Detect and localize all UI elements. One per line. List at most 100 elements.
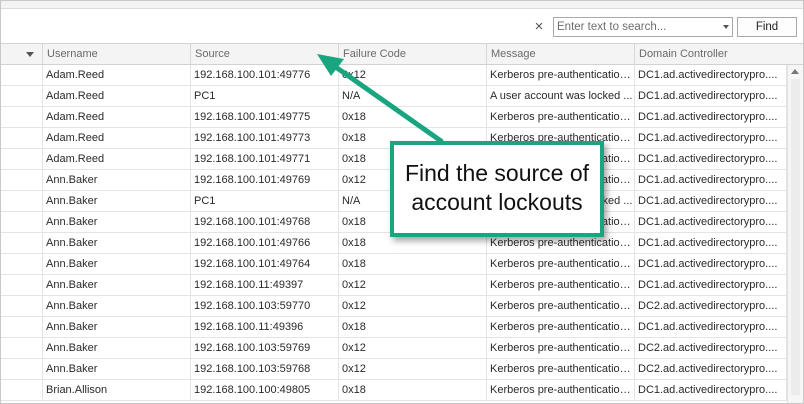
- cell-source: 192.168.100.11:49396: [191, 317, 339, 337]
- row-indicator[interactable]: [1, 338, 43, 358]
- cell-domain-controller: DC1.ad.activedirectorypro....: [635, 233, 787, 253]
- row-indicator[interactable]: [1, 86, 43, 106]
- row-indicator[interactable]: [1, 107, 43, 127]
- cell-domain-controller: DC1.ad.activedirectorypro....: [635, 317, 787, 337]
- row-indicator[interactable]: [1, 170, 43, 190]
- cell-source: 192.168.100.101:49771: [191, 149, 339, 169]
- search-input[interactable]: [554, 18, 716, 36]
- cell-username: Adam.Reed: [43, 86, 191, 106]
- cell-source: PC1: [191, 86, 339, 106]
- app-window: × Find Username Source Failure Code Mess…: [0, 0, 804, 404]
- cell-source: 192.168.100.101:49773: [191, 128, 339, 148]
- cell-failure-code: 0x18: [339, 380, 487, 400]
- cell-domain-controller: DC2.ad.activedirectorypro....: [635, 338, 787, 358]
- cell-username: Ann.Baker: [43, 359, 191, 379]
- column-header-username[interactable]: Username: [43, 44, 191, 64]
- cell-username: Ann.Baker: [43, 338, 191, 358]
- cell-failure-code: N/A: [339, 86, 487, 106]
- cell-message: Kerberos pre-authentication...: [487, 359, 635, 379]
- row-indicator[interactable]: [1, 149, 43, 169]
- cell-domain-controller: DC1.ad.activedirectorypro....: [635, 107, 787, 127]
- cell-failure-code: 0x12: [339, 359, 487, 379]
- cell-username: Ann.Baker: [43, 317, 191, 337]
- scrollbar-thumb[interactable]: [791, 79, 800, 395]
- row-indicator[interactable]: [1, 380, 43, 400]
- row-indicator[interactable]: [1, 296, 43, 316]
- cell-source: 192.168.100.100:49805: [191, 380, 339, 400]
- cell-message: Kerberos pre-authentication...: [487, 254, 635, 274]
- cell-domain-controller: DC1.ad.activedirectorypro....: [635, 275, 787, 295]
- row-indicator[interactable]: [1, 359, 43, 379]
- table-row[interactable]: Ann.Baker 192.168.100.11:49397 0x12 Kerbero…: [1, 275, 787, 296]
- chevron-down-icon[interactable]: [26, 52, 34, 57]
- callout-line-2: account lockouts: [411, 189, 583, 215]
- cell-message: Kerberos pre-authentication...: [487, 296, 635, 316]
- cell-source: 192.168.100.103:59769: [191, 338, 339, 358]
- table-row[interactable]: Ann.Baker 192.168.100.103:59769 0x12 Kerber…: [1, 338, 787, 359]
- cell-username: Adam.Reed: [43, 65, 191, 85]
- column-header-source[interactable]: Source: [191, 44, 339, 64]
- cell-username: Ann.Baker: [43, 233, 191, 253]
- table-row[interactable]: Brian.Allison 192.168.100.100:49805 0x18 Ke…: [1, 380, 787, 401]
- cell-failure-code: 0x12: [339, 65, 487, 85]
- row-indicator[interactable]: [1, 128, 43, 148]
- grid-header: Username Source Failure Code Message Dom…: [1, 43, 803, 65]
- column-header-domain-controller[interactable]: Domain Controller: [635, 44, 803, 64]
- row-indicator[interactable]: [1, 65, 43, 85]
- cell-message: Kerberos pre-authentication...: [487, 107, 635, 127]
- chevron-down-icon[interactable]: [723, 25, 729, 29]
- cell-source: PC1: [191, 191, 339, 211]
- cell-source: 192.168.100.101:49764: [191, 254, 339, 274]
- cell-source: 192.168.100.101:49769: [191, 170, 339, 190]
- cell-domain-controller: DC1.ad.activedirectorypro....: [635, 380, 787, 400]
- cell-username: Adam.Reed: [43, 107, 191, 127]
- cell-source: 192.168.100.101:49775: [191, 107, 339, 127]
- cell-domain-controller: DC1.ad.activedirectorypro....: [635, 212, 787, 232]
- cell-username: Brian.Allison: [43, 380, 191, 400]
- top-toolbar-strip: [1, 1, 803, 9]
- cell-failure-code: 0x12: [339, 296, 487, 316]
- cell-message: Kerberos pre-authentication...: [487, 317, 635, 337]
- row-indicator[interactable]: [1, 191, 43, 211]
- clear-search-icon[interactable]: ×: [531, 19, 547, 35]
- column-header-failure-code[interactable]: Failure Code: [339, 44, 487, 64]
- table-row[interactable]: Adam.Reed PC1 N/A A user account was locked…: [1, 86, 787, 107]
- vertical-scrollbar[interactable]: [787, 65, 803, 403]
- row-indicator[interactable]: [1, 233, 43, 253]
- cell-failure-code: 0x12: [339, 275, 487, 295]
- cell-domain-controller: DC1.ad.activedirectorypro....: [635, 149, 787, 169]
- table-row[interactable]: Ann.Baker 192.168.100.103:59770 0x12 Kerber…: [1, 296, 787, 317]
- column-header-message[interactable]: Message: [487, 44, 635, 64]
- cell-username: Ann.Baker: [43, 275, 191, 295]
- row-indicator[interactable]: [1, 254, 43, 274]
- cell-domain-controller: DC1.ad.activedirectorypro....: [635, 254, 787, 274]
- cell-domain-controller: DC2.ad.activedirectorypro....: [635, 296, 787, 316]
- callout-text: Find the source of account lockouts: [394, 159, 600, 217]
- cell-message: Kerberos pre-authentication...: [487, 275, 635, 295]
- cell-failure-code: 0x12: [339, 338, 487, 358]
- cell-failure-code: 0x18: [339, 254, 487, 274]
- cell-message: Kerberos pre-authentication...: [487, 65, 635, 85]
- cell-username: Ann.Baker: [43, 191, 191, 211]
- cell-username: Adam.Reed: [43, 128, 191, 148]
- row-indicator[interactable]: [1, 212, 43, 232]
- cell-username: Ann.Baker: [43, 170, 191, 190]
- find-button[interactable]: Find: [737, 17, 797, 37]
- table-row[interactable]: Ann.Baker 192.168.100.11:49396 0x18 Kerbero…: [1, 317, 787, 338]
- cell-domain-controller: DC1.ad.activedirectorypro....: [635, 86, 787, 106]
- scroll-up-icon[interactable]: [791, 69, 799, 74]
- table-row[interactable]: Ann.Baker 192.168.100.103:59768 0x12 Kerber…: [1, 359, 787, 380]
- cell-source: 192.168.100.11:49397: [191, 275, 339, 295]
- search-box[interactable]: [553, 17, 733, 37]
- table-row[interactable]: Adam.Reed 192.168.100.101:49775 0x18 Kerber…: [1, 107, 787, 128]
- table-row[interactable]: Adam.Reed 192.168.100.101:49776 0x12 Kerber…: [1, 65, 787, 86]
- cell-source: 192.168.100.101:49766: [191, 233, 339, 253]
- cell-domain-controller: DC1.ad.activedirectorypro....: [635, 128, 787, 148]
- table-row[interactable]: Ann.Baker 192.168.100.101:49764 0x18 Kerber…: [1, 254, 787, 275]
- row-indicator[interactable]: [1, 317, 43, 337]
- column-chooser[interactable]: [1, 44, 43, 64]
- cell-username: Adam.Reed: [43, 149, 191, 169]
- row-indicator[interactable]: [1, 275, 43, 295]
- cell-username: Ann.Baker: [43, 254, 191, 274]
- cell-message: Kerberos pre-authentication...: [487, 338, 635, 358]
